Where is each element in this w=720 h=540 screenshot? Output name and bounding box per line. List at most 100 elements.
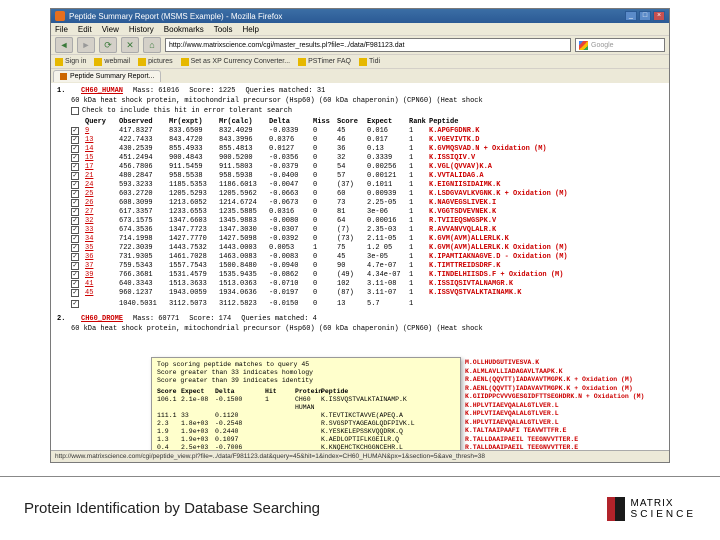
row-checkbox[interactable]: ✓ [71,253,79,261]
query-link[interactable]: 13 [85,136,93,144]
query-link[interactable]: 15 [85,154,93,162]
popup-row: 1.31.9e+030.1097K.AEDLOPTIFLKGEILR.Q [157,436,455,444]
accession-link[interactable]: CH60_HUMAN [81,87,123,95]
back-button[interactable]: ◄ [55,37,73,53]
row-checkbox[interactable]: ✓ [71,280,79,288]
row-checkbox[interactable]: ✓ [71,300,79,308]
reload-button[interactable]: ⟳ [99,37,117,53]
table-row: ✓14430.2539855.4933855.48130.01270360.13… [71,145,663,154]
menu-view[interactable]: View [102,25,119,34]
tab-active[interactable]: Peptide Summary Report... [53,70,161,82]
row-checkbox[interactable]: ✓ [71,208,79,216]
menu-edit[interactable]: Edit [78,25,92,34]
side-peptide: R.AENL(QQVTT)IADAVAVTMGPK.K + Oxidation … [465,376,664,385]
brand-logo: MATRIX SCIENCE [607,497,696,521]
hit-number: 1. [57,87,71,95]
query-link[interactable]: 41 [85,280,93,288]
table-row: ✓35722.30391443.75321443.00030.00531751.… [71,244,663,253]
table-row: ✓45960.12371943.00591934.0636-0.01970(87… [71,289,663,298]
table-row: ✓36731.93051461.70281463.0083-0.00830453… [71,253,663,262]
table-row: ✓39766.36811531.45791535.9435-0.08620(49… [71,271,663,280]
query-link[interactable]: 35 [85,244,93,252]
query-link[interactable]: 17 [85,163,93,171]
side-peptide: R.TALLDAAIPAEIL TEEGNVVTTER.E [465,436,664,445]
popup-row: 111.1330.1120K.TEVTIKCTAVVE(APEQ.A [157,412,455,420]
menu-history[interactable]: History [129,25,154,34]
home-button[interactable]: ⌂ [143,37,161,53]
query-link[interactable]: 37 [85,262,93,270]
table-row: ✓9417.8327833.6509832.4029-0.03390450.01… [71,127,663,136]
row-checkbox[interactable]: ✓ [71,271,79,279]
forward-button[interactable]: ► [77,37,95,53]
query-link[interactable]: 21 [85,172,93,180]
query-link[interactable]: 26 [85,199,93,207]
row-checkbox[interactable]: ✓ [71,244,79,252]
popup-row: 2.31.8e+03-0.2548R.SVGSPTYAGEAGLQDFPIVK.… [157,420,455,428]
bookmark-item[interactable]: PSTimer FAQ [298,58,351,66]
row-checkbox[interactable]: ✓ [71,217,79,225]
query-link[interactable]: 25 [85,190,93,198]
menu-file[interactable]: File [55,25,68,34]
table-row: ✓13422.7433843.4720843.39960.03760460.01… [71,136,663,145]
row-checkbox[interactable]: ✓ [71,289,79,297]
bookmark-item[interactable]: Sign in [55,58,86,66]
browser-window: Peptide Summary Report (MSMS Example) - … [50,8,670,463]
query-link[interactable]: 32 [85,217,93,225]
bookmark-item[interactable]: Set as XP Currency Converter... [181,58,290,66]
row-checkbox[interactable]: ✓ [71,235,79,243]
toolbar: ◄ ► ⟳ ✕ ⌂ http://www.matrixscience.com/c… [51,35,669,55]
hit-number: 2. [57,315,71,323]
bookmark-item[interactable]: pictures [138,58,173,66]
popup-row: 106.12.1e-08-0.15001CH60 HUMANK.ISSVQSTV… [157,396,455,412]
url-bar[interactable]: http://www.matrixscience.com/cgi/master_… [165,38,571,52]
menu-help[interactable]: Help [242,25,258,34]
row-checkbox[interactable]: ✓ [71,226,79,234]
close-button[interactable]: × [653,11,665,21]
popup-row: 1.91.9e+030.2440K.YESKELEPSSKVQQDRK.Q [157,428,455,436]
row-checkbox[interactable]: ✓ [71,163,79,171]
query-link[interactable]: 33 [85,226,93,234]
bookmark-item[interactable]: webmail [94,58,130,66]
stop-button[interactable]: ✕ [121,37,139,53]
row-checkbox[interactable]: ✓ [71,262,79,270]
query-link[interactable]: 27 [85,208,93,216]
side-peptide: K.HPLVTIAEVQALALGTLVER.L [465,419,664,428]
minimize-button[interactable]: _ [625,11,637,21]
side-peptide-list: M.OLLHUDGUTIVESVA.KK.ALMLAVLLIADAGAVLTAA… [465,359,664,450]
query-link[interactable]: 9 [85,127,89,135]
titlebar: Peptide Summary Report (MSMS Example) - … [51,9,669,23]
menu-bookmarks[interactable]: Bookmarks [164,25,204,34]
query-link[interactable]: 45 [85,289,93,297]
accession-link[interactable]: CH60_DROME [81,315,123,323]
bookmark-icon [55,58,63,66]
query-link[interactable]: 24 [85,181,93,189]
query-link[interactable]: 34 [85,235,93,243]
row-checkbox[interactable]: ✓ [71,181,79,189]
table-row: ✓33674.35361347.77231347.3030-0.03070(7)… [71,226,663,235]
bookmark-item[interactable]: Tidi [359,58,380,66]
table-row: ✓15451.2494900.4843900.5200-0.03560320.3… [71,154,663,163]
table-row: ✓21480.2847958.5538958.5938-0.04000570.0… [71,172,663,181]
score-label: Score: 1225 [189,87,235,95]
firefox-icon [55,11,65,21]
row-checkbox[interactable]: ✓ [71,136,79,144]
row-checkbox[interactable]: ✓ [71,199,79,207]
query-link[interactable]: 39 [85,271,93,279]
row-checkbox[interactable]: ✓ [71,145,79,153]
row-checkbox[interactable]: ✓ [71,127,79,135]
menu-tools[interactable]: Tools [214,25,233,34]
row-checkbox[interactable]: ✓ [71,172,79,180]
query-link[interactable]: 14 [85,145,93,153]
search-box[interactable]: Google [575,38,665,52]
maximize-button[interactable]: □ [639,11,651,21]
error-tolerant-checkbox[interactable] [71,107,79,115]
table-row: ✓26608.30991213.60521214.6724-0.06730732… [71,199,663,208]
row-checkbox[interactable]: ✓ [71,190,79,198]
table-row: ✓32673.15751347.66031345.9883-0.00800640… [71,217,663,226]
mass-label: Mass: 61016 [133,87,179,95]
bookmark-icon [359,58,367,66]
query-link[interactable]: 36 [85,253,93,261]
table-row: ✓37759.53431557.75431500.8480-0.09400904… [71,262,663,271]
tooltip-popup: Top scoring peptide matches to query 45 … [151,357,461,450]
row-checkbox[interactable]: ✓ [71,154,79,162]
